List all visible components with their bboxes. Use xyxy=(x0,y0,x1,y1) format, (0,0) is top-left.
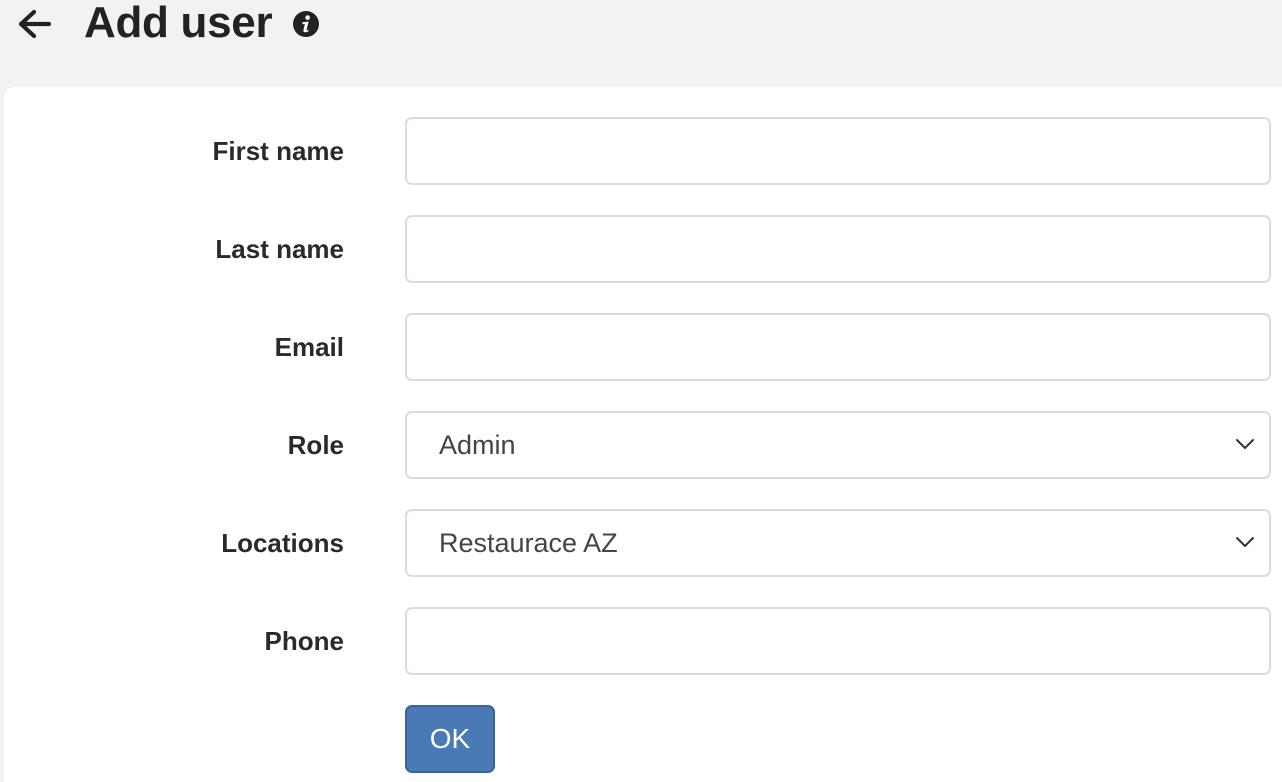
info-circle-icon[interactable] xyxy=(292,10,320,38)
role-label: Role xyxy=(287,429,344,460)
form-row-locations: Locations Restaurace AZ xyxy=(0,509,1282,577)
locations-select[interactable]: Restaurace AZ xyxy=(405,509,1271,577)
form-row-phone: Phone xyxy=(0,607,1282,675)
last-name-label: Last name xyxy=(215,233,344,264)
first-name-label: First name xyxy=(212,135,345,166)
chevron-down-icon xyxy=(1236,537,1254,547)
last-name-input[interactable] xyxy=(405,215,1271,283)
add-user-page: Add user First name Last name Email Role… xyxy=(0,0,1282,782)
back-button[interactable] xyxy=(14,6,54,42)
page-header: Add user xyxy=(0,0,1282,86)
phone-label: Phone xyxy=(264,625,344,656)
form-row-email: Email xyxy=(0,313,1282,381)
page-title: Add user xyxy=(84,0,273,47)
form-row-last-name: Last name xyxy=(0,215,1282,283)
phone-input[interactable] xyxy=(405,607,1271,675)
locations-label: Locations xyxy=(221,527,344,558)
locations-selected-value: Restaurace AZ xyxy=(439,527,618,558)
arrow-left-icon xyxy=(18,9,52,39)
email-label: Email xyxy=(274,331,344,362)
form-row-first-name: First name xyxy=(0,117,1282,185)
ok-button[interactable]: OK xyxy=(405,705,495,773)
first-name-input[interactable] xyxy=(405,117,1271,185)
role-select[interactable]: Admin xyxy=(405,411,1271,479)
form-row-role: Role Admin xyxy=(0,411,1282,479)
email-input[interactable] xyxy=(405,313,1271,381)
chevron-down-icon xyxy=(1236,439,1254,449)
role-selected-value: Admin xyxy=(439,429,516,460)
